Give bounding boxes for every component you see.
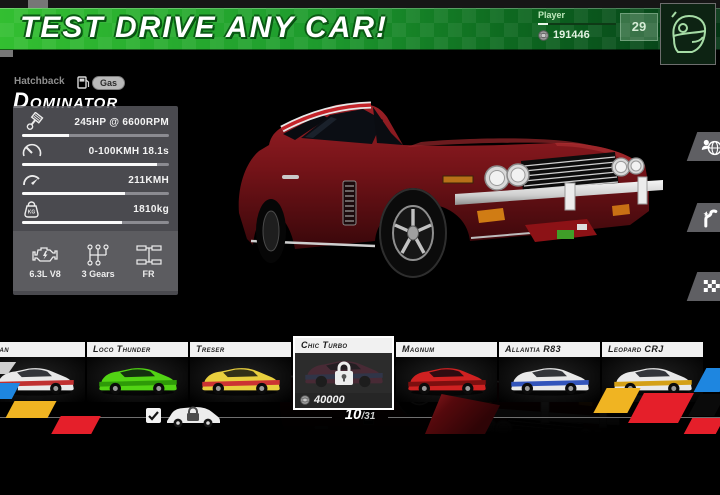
stat-row-topspeed: 211KMH: [13, 166, 178, 195]
stat-weight-value: 1810kg: [133, 204, 169, 215]
counter-total: /31: [361, 411, 375, 422]
deco-red: [51, 416, 101, 434]
race-button[interactable]: [687, 272, 720, 301]
car-price: 40000: [295, 393, 392, 408]
stat-row-weight: KG 1810kg: [13, 195, 178, 224]
car-tile-magnum[interactable]: Magnum: [396, 342, 497, 402]
gearbox-spec: 3 Gears: [82, 244, 115, 279]
car-tile-name: Allantia R83: [499, 342, 600, 357]
svg-text:KG: KG: [28, 209, 36, 215]
stat-topspeed-value: 211KMH: [128, 175, 169, 186]
car-thumb: [197, 363, 285, 397]
checkered-flag-icon: [703, 279, 720, 295]
player-credits: 191446: [538, 29, 590, 41]
lock-icon: [333, 360, 355, 387]
drivetrain-icon: [136, 244, 162, 266]
locked-cars-filter-button[interactable]: [165, 404, 221, 433]
car-stats-panel: 245HP @ 6600RPM 0-100KMH 18.1s 211KMH: [13, 106, 178, 295]
car-thumb: [94, 363, 182, 397]
car-thumb: [403, 363, 491, 397]
player-xp-bar: [538, 23, 616, 25]
stat-power-value: 245HP @ 6600RPM: [74, 117, 169, 128]
car-tile-name: ahan: [0, 342, 85, 357]
lock-overlay: [295, 353, 392, 393]
car-tile-name: Leopard CRJ: [602, 342, 703, 357]
speedometer-icon: [22, 142, 42, 160]
car-tile-loco-thunder[interactable]: Loco Thunder: [87, 342, 188, 402]
coin-icon: [538, 30, 549, 41]
player-level-badge: 29: [620, 13, 658, 41]
profile-button[interactable]: [660, 3, 716, 65]
top-strip: [0, 0, 720, 8]
car-price-value: 40000: [314, 394, 345, 406]
stat-row-power: 245HP @ 6600RPM: [13, 108, 178, 137]
car-tile-treser[interactable]: Treser: [190, 342, 291, 402]
piston-icon: [22, 112, 44, 132]
coin-icon: [300, 395, 310, 405]
drivetrain-spec-label: FR: [143, 269, 155, 279]
locked-cars-icon: [165, 404, 221, 428]
car-tile-name: Treser: [190, 342, 291, 357]
gearbox-spec-label: 3 Gears: [82, 269, 115, 279]
engine-spec: 6.3L V8: [29, 244, 60, 279]
promo-banner-title: TEST DRIVE ANY CAR!: [20, 11, 388, 45]
credits-value: 191446: [553, 29, 590, 41]
drivetrain-panel: 6.3L V8 3 Gears FR: [13, 231, 178, 291]
engine-spec-label: 6.3L V8: [29, 269, 60, 279]
helmet-icon: [666, 9, 710, 59]
topspeed-icon: [22, 172, 42, 188]
stat-acceleration-value: 0-100KMH 18.1s: [89, 146, 169, 157]
drivetrain-spec: FR: [136, 244, 162, 279]
car-tile-name: Magnum: [396, 342, 497, 357]
car-thumb: [506, 363, 594, 397]
career-track-button[interactable]: [687, 203, 720, 232]
checkmark-icon: [148, 411, 159, 421]
gearbox-icon: [86, 244, 110, 266]
multiplayer-button[interactable]: [687, 132, 720, 161]
engine-icon: [32, 244, 58, 266]
car-tile-chic-turbo-selected[interactable]: Chic Turbo 40000: [293, 336, 394, 410]
deco-yellow: [5, 401, 56, 418]
player-name-label: Player: [538, 10, 565, 20]
car-tile-name: Chic Turbo: [295, 338, 392, 353]
car-tile-name: Loco Thunder: [87, 342, 188, 357]
car-class-label: Hatchback: [14, 76, 65, 87]
locked-cars-filter-checkbox[interactable]: [146, 408, 161, 423]
track-icon: [702, 208, 720, 228]
deco-red-right-bottom: [684, 418, 720, 434]
weight-icon: KG: [22, 200, 41, 219]
car-tile-allantia-r83[interactable]: Allantia R83: [499, 342, 600, 402]
multiplayer-icon: [701, 138, 720, 156]
stat-row-acceleration: 0-100KMH 18.1s: [13, 137, 178, 166]
